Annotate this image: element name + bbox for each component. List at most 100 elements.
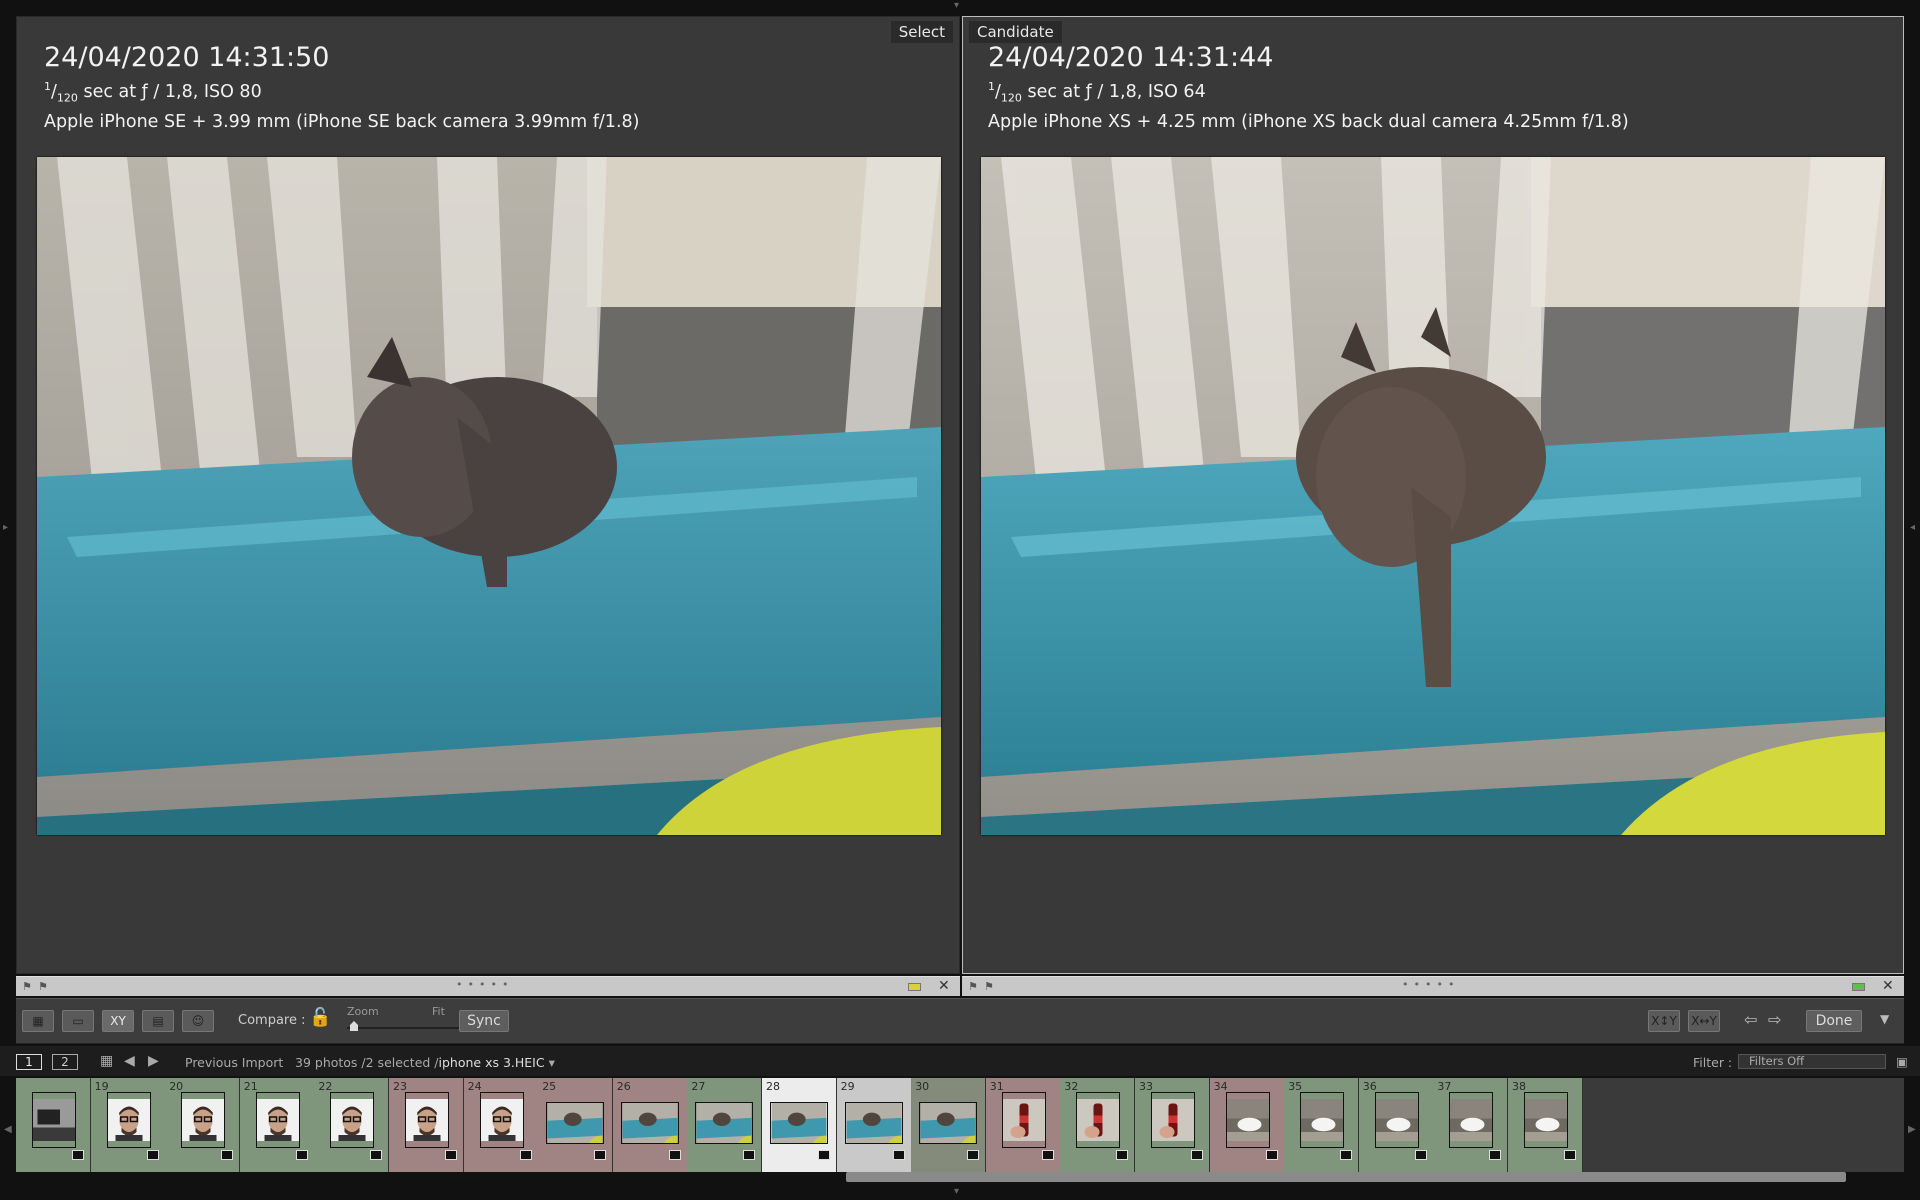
filmstrip-cell[interactable]: 19: [90, 1078, 166, 1172]
badge-icon[interactable]: [967, 1150, 980, 1160]
select-panel[interactable]: Select 24/04/2020 14:31:50 1/120 sec at …: [16, 16, 960, 974]
rating-dots[interactable]: •••••: [1402, 978, 1459, 991]
loupe-view-button[interactable]: ▭: [62, 1010, 94, 1032]
badge-icon[interactable]: [1340, 1150, 1353, 1160]
toolbar-menu-chevron-down-icon[interactable]: ▼: [1880, 1012, 1889, 1026]
badge-icon[interactable]: [892, 1150, 905, 1160]
filmstrip-thumbnail[interactable]: [106, 1092, 151, 1148]
badge-icon[interactable]: [1564, 1150, 1576, 1160]
reject-flag-icon[interactable]: ⚑: [38, 980, 48, 993]
badge-icon[interactable]: [1265, 1150, 1278, 1160]
badge-icon[interactable]: [72, 1150, 84, 1160]
filmstrip-thumbnail[interactable]: [844, 1102, 903, 1144]
filmstrip-thumbnail[interactable]: [255, 1092, 300, 1148]
filter-lock-icon[interactable]: ▣: [1896, 1054, 1908, 1069]
badge-icon[interactable]: [594, 1150, 607, 1160]
filmstrip-thumbnail[interactable]: [919, 1102, 978, 1144]
badge-icon[interactable]: [1116, 1150, 1129, 1160]
badge-icon[interactable]: [295, 1150, 308, 1160]
color-label-yellow[interactable]: [908, 983, 921, 991]
close-icon[interactable]: ✕: [1882, 978, 1894, 994]
previous-arrow-icon[interactable]: ⇦: [1744, 1010, 1757, 1029]
filmstrip-cell[interactable]: [16, 1078, 91, 1172]
filmstrip-cell[interactable]: 23: [389, 1078, 464, 1172]
filmstrip[interactable]: 19 20 21 22 23 24 25 26 27 28 29 30 31 32 33 34 35 36 37 38: [16, 1078, 1904, 1172]
filmstrip-right-arrow-icon[interactable]: ▶: [1908, 1124, 1916, 1135]
back-arrow-icon[interactable]: ◀: [124, 1053, 135, 1069]
people-view-button[interactable]: ☺: [182, 1010, 214, 1032]
filmstrip-cell[interactable]: 38: [1508, 1078, 1583, 1172]
filmstrip-thumbnail[interactable]: [181, 1092, 226, 1148]
done-button[interactable]: Done: [1806, 1010, 1862, 1032]
badge-icon[interactable]: [743, 1150, 756, 1160]
filmstrip-thumbnail[interactable]: [1374, 1092, 1419, 1148]
badge-icon[interactable]: [221, 1150, 234, 1160]
filmstrip-cell[interactable]: 31: [985, 1078, 1061, 1172]
badge-icon[interactable]: [146, 1150, 159, 1160]
next-arrow-icon[interactable]: ⇨: [1768, 1010, 1781, 1029]
filmstrip-cell[interactable]: 24: [463, 1078, 539, 1172]
filmstrip-thumbnail[interactable]: [695, 1102, 754, 1144]
filmstrip-cell[interactable]: 29: [836, 1078, 912, 1172]
filmstrip-cell[interactable]: 33: [1135, 1078, 1210, 1172]
candidate-panel[interactable]: Candidate 24/04/2020 14:31:44 1/120 sec …: [962, 16, 1904, 974]
filmstrip-cell[interactable]: 27: [687, 1078, 763, 1172]
zoom-slider-knob[interactable]: [350, 1021, 358, 1031]
filmstrip-cell[interactable]: 20: [165, 1078, 241, 1172]
filmstrip-cell[interactable]: 36: [1358, 1078, 1434, 1172]
filmstrip-cell[interactable]: 25: [538, 1078, 614, 1172]
select-photo[interactable]: [37, 157, 941, 835]
filmstrip-thumbnail[interactable]: [32, 1092, 76, 1148]
filmstrip-thumbnail[interactable]: [1151, 1092, 1195, 1148]
make-select-button[interactable]: X↔Y: [1688, 1010, 1720, 1032]
filmstrip-cell[interactable]: 35: [1284, 1078, 1360, 1172]
filmstrip-scroll-thumb[interactable]: [846, 1172, 1846, 1182]
filmstrip-thumbnail[interactable]: [1524, 1092, 1568, 1148]
swap-button[interactable]: X↕Y: [1648, 1010, 1680, 1032]
filmstrip-thumbnail[interactable]: [1300, 1092, 1345, 1148]
badge-icon[interactable]: [1414, 1150, 1427, 1160]
filmstrip-thumbnail[interactable]: [546, 1102, 605, 1144]
filmstrip-cell[interactable]: 34: [1209, 1078, 1285, 1172]
grid-icon[interactable]: ▦: [100, 1053, 113, 1069]
badge-icon[interactable]: [1041, 1150, 1054, 1160]
filmstrip-thumbnail[interactable]: [1076, 1092, 1121, 1148]
filter-select[interactable]: Filters Off: [1738, 1054, 1886, 1069]
filmstrip-thumbnail[interactable]: [1449, 1092, 1494, 1148]
filmstrip-cell[interactable]: 37: [1433, 1078, 1509, 1172]
badge-icon[interactable]: [668, 1150, 681, 1160]
sync-button[interactable]: Sync: [459, 1010, 509, 1032]
compare-view-button[interactable]: XY: [102, 1010, 134, 1032]
badge-icon[interactable]: [818, 1150, 830, 1160]
filmstrip-cell[interactable]: 26: [612, 1078, 688, 1172]
zoom-slider[interactable]: [347, 1027, 459, 1029]
close-icon[interactable]: ✕: [938, 978, 950, 994]
filmstrip-cell[interactable]: 28: [762, 1078, 837, 1172]
bottom-panel-toggle-icon[interactable]: ▾: [954, 1186, 959, 1197]
badge-icon[interactable]: [519, 1150, 532, 1160]
reject-flag-icon[interactable]: ⚑: [984, 980, 994, 993]
right-panel-toggle-icon[interactable]: ◂: [1910, 522, 1915, 533]
forward-arrow-icon[interactable]: ▶: [148, 1053, 159, 1069]
filmstrip-thumbnail[interactable]: [770, 1102, 828, 1144]
top-panel-toggle-icon[interactable]: ▾: [954, 0, 959, 11]
candidate-photo[interactable]: [981, 157, 1885, 835]
source-label[interactable]: Previous Import: [185, 1055, 283, 1070]
filmstrip-cell[interactable]: 21: [239, 1078, 315, 1172]
badge-icon[interactable]: [445, 1150, 457, 1160]
filmstrip-left-arrow-icon[interactable]: ◀: [4, 1124, 12, 1135]
filmstrip-thumbnail[interactable]: [479, 1092, 524, 1148]
left-panel-toggle-icon[interactable]: ▸: [3, 522, 8, 533]
window-2-button[interactable]: 2: [52, 1054, 78, 1070]
badge-icon[interactable]: [1489, 1150, 1502, 1160]
badge-icon[interactable]: [370, 1150, 383, 1160]
filmstrip-thumbnail[interactable]: [620, 1102, 679, 1144]
filmstrip-thumbnail[interactable]: [405, 1092, 449, 1148]
flag-icon[interactable]: ⚑: [968, 980, 978, 993]
color-label-green[interactable]: [1852, 983, 1865, 991]
window-1-button[interactable]: 1: [16, 1054, 42, 1070]
lock-icon[interactable]: 🔓: [309, 1007, 331, 1028]
filmstrip-thumbnail[interactable]: [1001, 1092, 1046, 1148]
filmstrip-thumbnail[interactable]: [1225, 1092, 1270, 1148]
filmstrip-thumbnail[interactable]: [330, 1092, 375, 1148]
